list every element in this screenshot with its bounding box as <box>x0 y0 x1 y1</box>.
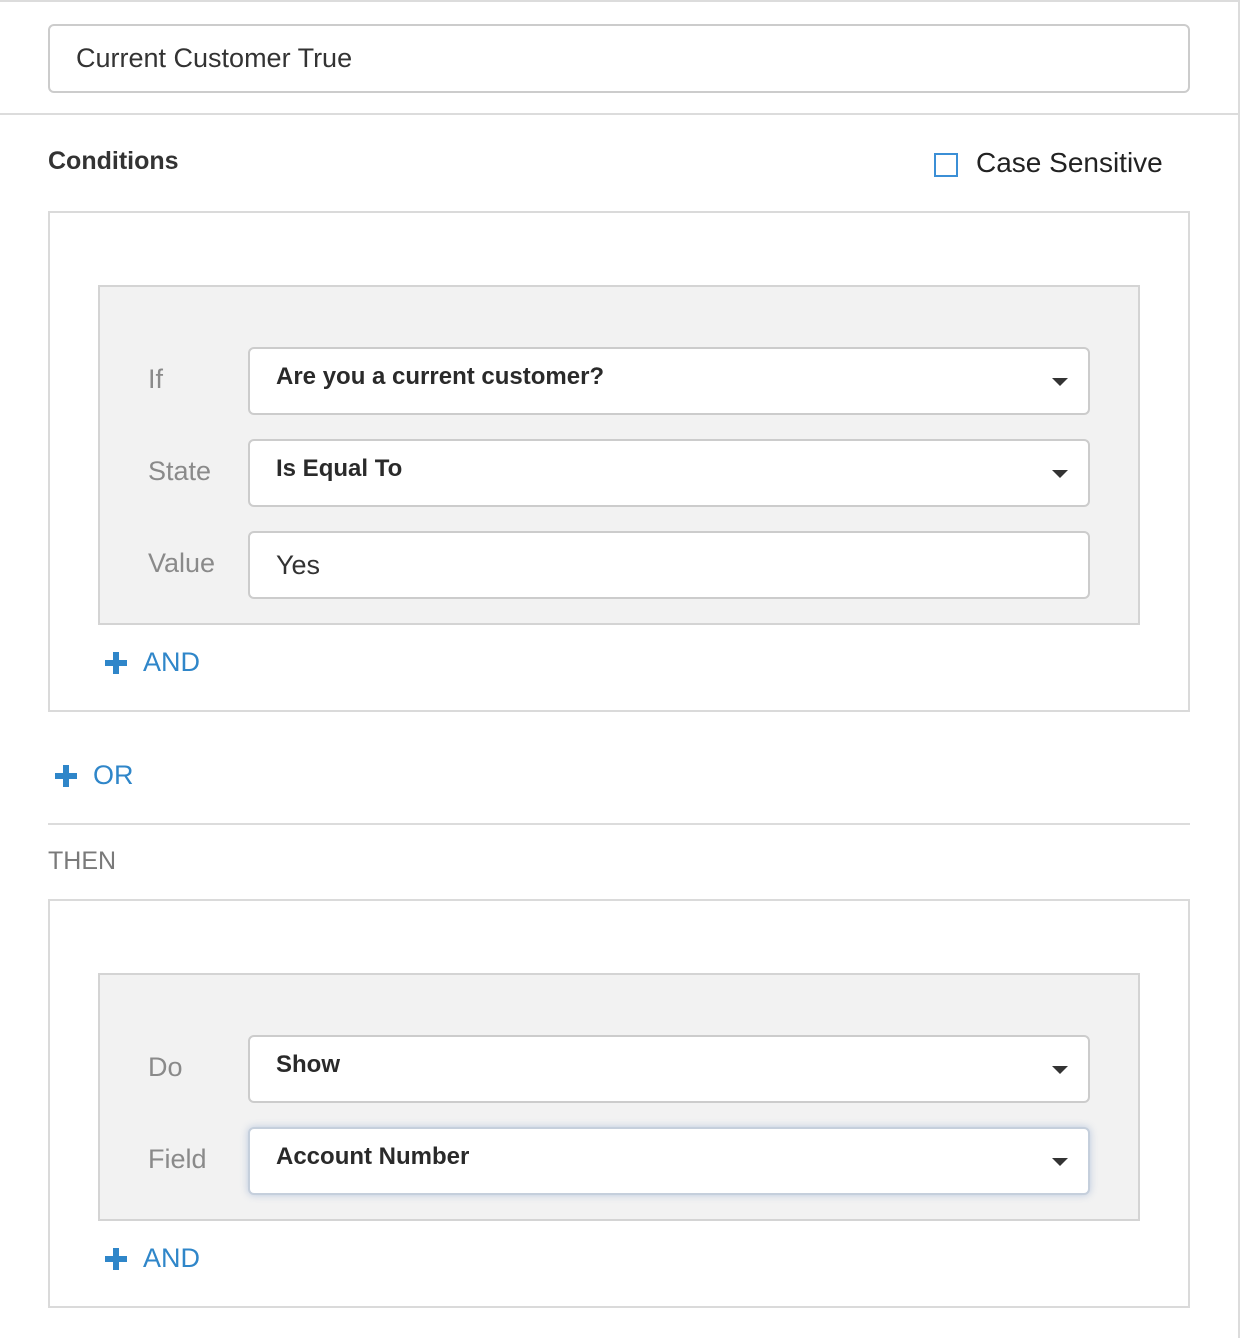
field-label: Field <box>148 1144 207 1174</box>
divider <box>0 113 1238 115</box>
plus-icon <box>105 651 127 674</box>
condition-value-input[interactable] <box>248 531 1090 599</box>
chevron-down-icon <box>1052 378 1068 386</box>
target-field-value: Account Number <box>276 1143 470 1170</box>
action-type-select[interactable]: Show <box>248 1035 1090 1103</box>
case-sensitive-label: Case Sensitive <box>976 147 1163 178</box>
action-type-value: Show <box>276 1051 340 1078</box>
rule-name-input[interactable] <box>48 24 1190 93</box>
value-label: Value <box>148 548 216 578</box>
then-heading: THEN <box>48 847 117 875</box>
if-question-value: Are you a current customer? <box>276 363 605 390</box>
plus-icon <box>55 764 77 787</box>
divider <box>48 823 1190 825</box>
add-and-label: AND <box>143 647 201 677</box>
state-operator-select[interactable]: Is Equal To <box>248 439 1090 507</box>
state-label: State <box>148 456 212 486</box>
state-operator-value: Is Equal To <box>276 455 403 482</box>
add-and-action-label: AND <box>143 1243 201 1273</box>
rule-editor-panel: Conditions Case Sensitive If Are you a c… <box>0 0 1240 1338</box>
chevron-down-icon <box>1052 1158 1068 1166</box>
chevron-down-icon <box>1052 470 1068 478</box>
add-and-action-button[interactable]: AND <box>105 1243 200 1274</box>
conditions-heading: Conditions <box>48 147 179 175</box>
add-or-label: OR <box>93 760 134 790</box>
target-field-select[interactable]: Account Number <box>248 1127 1090 1195</box>
plus-icon <box>105 1247 127 1270</box>
if-question-select[interactable]: Are you a current customer? <box>248 347 1090 415</box>
case-sensitive-toggle[interactable]: Case Sensitive <box>934 147 1163 179</box>
add-and-condition-button[interactable]: AND <box>105 647 200 678</box>
if-label: If <box>148 364 164 394</box>
chevron-down-icon <box>1052 1066 1068 1074</box>
case-sensitive-checkbox[interactable] <box>934 153 958 177</box>
add-or-group-button[interactable]: OR <box>55 760 134 791</box>
do-label: Do <box>148 1052 183 1082</box>
